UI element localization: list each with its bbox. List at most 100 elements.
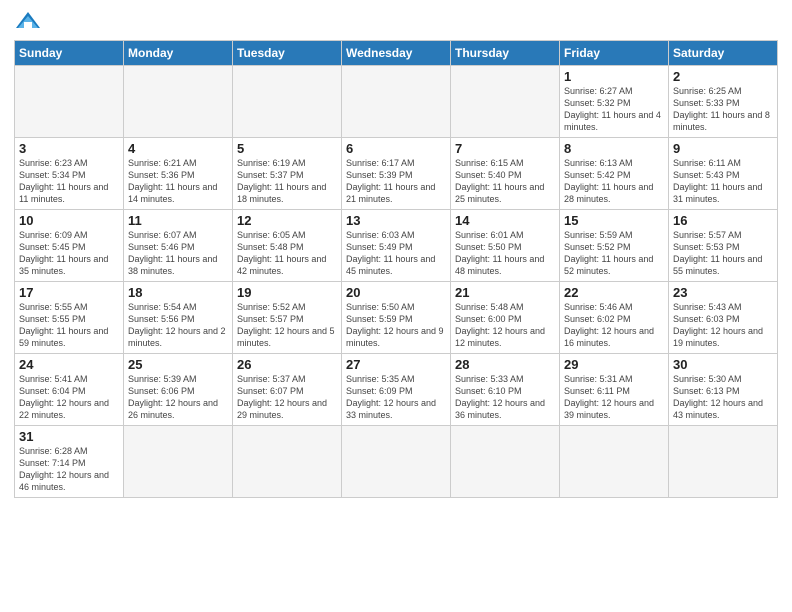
day-info: Sunrise: 6:11 AM Sunset: 5:43 PM Dayligh…: [673, 157, 773, 206]
calendar-cell: 28Sunrise: 5:33 AM Sunset: 6:10 PM Dayli…: [451, 354, 560, 426]
week-row-6: 31Sunrise: 6:28 AM Sunset: 7:14 PM Dayli…: [15, 426, 778, 498]
calendar-cell: 7Sunrise: 6:15 AM Sunset: 5:40 PM Daylig…: [451, 138, 560, 210]
weekday-header-friday: Friday: [560, 41, 669, 66]
day-number: 6: [346, 141, 446, 156]
weekday-header-thursday: Thursday: [451, 41, 560, 66]
weekday-header-monday: Monday: [124, 41, 233, 66]
weekday-header-sunday: Sunday: [15, 41, 124, 66]
day-info: Sunrise: 5:33 AM Sunset: 6:10 PM Dayligh…: [455, 373, 555, 422]
calendar-cell: 22Sunrise: 5:46 AM Sunset: 6:02 PM Dayli…: [560, 282, 669, 354]
calendar-cell: 16Sunrise: 5:57 AM Sunset: 5:53 PM Dayli…: [669, 210, 778, 282]
day-info: Sunrise: 6:03 AM Sunset: 5:49 PM Dayligh…: [346, 229, 446, 278]
day-number: 30: [673, 357, 773, 372]
day-number: 23: [673, 285, 773, 300]
day-number: 14: [455, 213, 555, 228]
calendar-cell: 6Sunrise: 6:17 AM Sunset: 5:39 PM Daylig…: [342, 138, 451, 210]
day-info: Sunrise: 5:43 AM Sunset: 6:03 PM Dayligh…: [673, 301, 773, 350]
day-number: 17: [19, 285, 119, 300]
week-row-4: 17Sunrise: 5:55 AM Sunset: 5:55 PM Dayli…: [15, 282, 778, 354]
day-info: Sunrise: 6:15 AM Sunset: 5:40 PM Dayligh…: [455, 157, 555, 206]
calendar-cell: 27Sunrise: 5:35 AM Sunset: 6:09 PM Dayli…: [342, 354, 451, 426]
weekday-header-row: SundayMondayTuesdayWednesdayThursdayFrid…: [15, 41, 778, 66]
calendar-cell: 15Sunrise: 5:59 AM Sunset: 5:52 PM Dayli…: [560, 210, 669, 282]
calendar-cell: 24Sunrise: 5:41 AM Sunset: 6:04 PM Dayli…: [15, 354, 124, 426]
day-info: Sunrise: 5:35 AM Sunset: 6:09 PM Dayligh…: [346, 373, 446, 422]
day-info: Sunrise: 6:28 AM Sunset: 7:14 PM Dayligh…: [19, 445, 119, 494]
day-info: Sunrise: 5:55 AM Sunset: 5:55 PM Dayligh…: [19, 301, 119, 350]
calendar-cell: 30Sunrise: 5:30 AM Sunset: 6:13 PM Dayli…: [669, 354, 778, 426]
day-number: 29: [564, 357, 664, 372]
day-number: 9: [673, 141, 773, 156]
day-info: Sunrise: 5:59 AM Sunset: 5:52 PM Dayligh…: [564, 229, 664, 278]
day-number: 7: [455, 141, 555, 156]
calendar-cell: 4Sunrise: 6:21 AM Sunset: 5:36 PM Daylig…: [124, 138, 233, 210]
calendar-cell: 1Sunrise: 6:27 AM Sunset: 5:32 PM Daylig…: [560, 66, 669, 138]
day-number: 12: [237, 213, 337, 228]
day-info: Sunrise: 5:57 AM Sunset: 5:53 PM Dayligh…: [673, 229, 773, 278]
calendar-table: SundayMondayTuesdayWednesdayThursdayFrid…: [14, 40, 778, 498]
logo-area: [14, 10, 48, 32]
calendar-cell: [342, 66, 451, 138]
day-number: 5: [237, 141, 337, 156]
day-number: 19: [237, 285, 337, 300]
calendar-cell: 12Sunrise: 6:05 AM Sunset: 5:48 PM Dayli…: [233, 210, 342, 282]
day-number: 21: [455, 285, 555, 300]
day-info: Sunrise: 6:09 AM Sunset: 5:45 PM Dayligh…: [19, 229, 119, 278]
day-number: 18: [128, 285, 228, 300]
weekday-header-saturday: Saturday: [669, 41, 778, 66]
day-info: Sunrise: 6:19 AM Sunset: 5:37 PM Dayligh…: [237, 157, 337, 206]
calendar-cell: 31Sunrise: 6:28 AM Sunset: 7:14 PM Dayli…: [15, 426, 124, 498]
header: [14, 10, 778, 32]
calendar-cell: [669, 426, 778, 498]
calendar-cell: 8Sunrise: 6:13 AM Sunset: 5:42 PM Daylig…: [560, 138, 669, 210]
calendar-cell: 25Sunrise: 5:39 AM Sunset: 6:06 PM Dayli…: [124, 354, 233, 426]
calendar-cell: 11Sunrise: 6:07 AM Sunset: 5:46 PM Dayli…: [124, 210, 233, 282]
day-number: 16: [673, 213, 773, 228]
day-number: 22: [564, 285, 664, 300]
calendar-cell: [342, 426, 451, 498]
day-number: 31: [19, 429, 119, 444]
day-number: 3: [19, 141, 119, 156]
day-info: Sunrise: 5:50 AM Sunset: 5:59 PM Dayligh…: [346, 301, 446, 350]
day-number: 2: [673, 69, 773, 84]
calendar-cell: [15, 66, 124, 138]
weekday-header-tuesday: Tuesday: [233, 41, 342, 66]
calendar-cell: [560, 426, 669, 498]
day-info: Sunrise: 5:37 AM Sunset: 6:07 PM Dayligh…: [237, 373, 337, 422]
week-row-3: 10Sunrise: 6:09 AM Sunset: 5:45 PM Dayli…: [15, 210, 778, 282]
day-number: 10: [19, 213, 119, 228]
calendar-cell: [124, 66, 233, 138]
day-info: Sunrise: 6:21 AM Sunset: 5:36 PM Dayligh…: [128, 157, 228, 206]
day-info: Sunrise: 5:52 AM Sunset: 5:57 PM Dayligh…: [237, 301, 337, 350]
calendar-cell: [233, 66, 342, 138]
day-info: Sunrise: 5:41 AM Sunset: 6:04 PM Dayligh…: [19, 373, 119, 422]
calendar-cell: 9Sunrise: 6:11 AM Sunset: 5:43 PM Daylig…: [669, 138, 778, 210]
calendar-cell: 5Sunrise: 6:19 AM Sunset: 5:37 PM Daylig…: [233, 138, 342, 210]
calendar-cell: 18Sunrise: 5:54 AM Sunset: 5:56 PM Dayli…: [124, 282, 233, 354]
day-number: 13: [346, 213, 446, 228]
day-number: 27: [346, 357, 446, 372]
calendar-cell: [451, 66, 560, 138]
day-number: 15: [564, 213, 664, 228]
day-info: Sunrise: 5:30 AM Sunset: 6:13 PM Dayligh…: [673, 373, 773, 422]
day-number: 20: [346, 285, 446, 300]
day-info: Sunrise: 5:54 AM Sunset: 5:56 PM Dayligh…: [128, 301, 228, 350]
calendar-cell: 17Sunrise: 5:55 AM Sunset: 5:55 PM Dayli…: [15, 282, 124, 354]
day-number: 28: [455, 357, 555, 372]
week-row-5: 24Sunrise: 5:41 AM Sunset: 6:04 PM Dayli…: [15, 354, 778, 426]
day-info: Sunrise: 6:07 AM Sunset: 5:46 PM Dayligh…: [128, 229, 228, 278]
calendar-cell: 2Sunrise: 6:25 AM Sunset: 5:33 PM Daylig…: [669, 66, 778, 138]
day-info: Sunrise: 6:23 AM Sunset: 5:34 PM Dayligh…: [19, 157, 119, 206]
calendar-page: SundayMondayTuesdayWednesdayThursdayFrid…: [0, 0, 792, 612]
calendar-cell: 23Sunrise: 5:43 AM Sunset: 6:03 PM Dayli…: [669, 282, 778, 354]
day-info: Sunrise: 6:27 AM Sunset: 5:32 PM Dayligh…: [564, 85, 664, 134]
day-info: Sunrise: 5:48 AM Sunset: 6:00 PM Dayligh…: [455, 301, 555, 350]
calendar-cell: 13Sunrise: 6:03 AM Sunset: 5:49 PM Dayli…: [342, 210, 451, 282]
logo: [14, 10, 48, 32]
day-number: 26: [237, 357, 337, 372]
week-row-2: 3Sunrise: 6:23 AM Sunset: 5:34 PM Daylig…: [15, 138, 778, 210]
day-info: Sunrise: 6:17 AM Sunset: 5:39 PM Dayligh…: [346, 157, 446, 206]
calendar-cell: 19Sunrise: 5:52 AM Sunset: 5:57 PM Dayli…: [233, 282, 342, 354]
day-number: 24: [19, 357, 119, 372]
week-row-1: 1Sunrise: 6:27 AM Sunset: 5:32 PM Daylig…: [15, 66, 778, 138]
